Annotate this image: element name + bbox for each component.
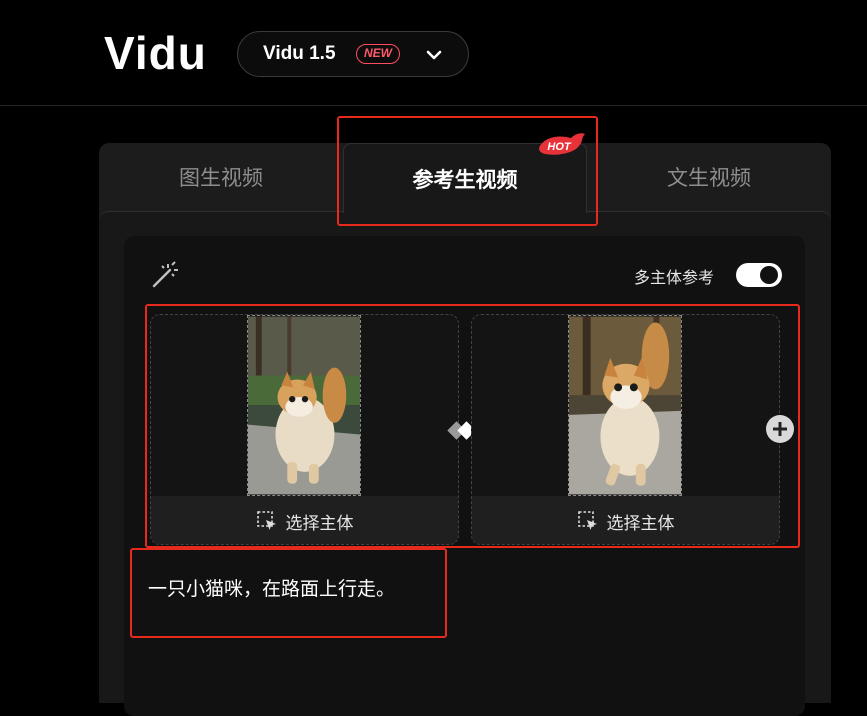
version-label: Vidu 1.5 [263, 43, 336, 64]
tab-text-to-video[interactable]: 文生视频 [587, 143, 831, 211]
model-version-selector[interactable]: Vidu 1.5 NEW [237, 31, 469, 77]
top-header: Vidu Vidu 1.5 NEW [0, 0, 867, 106]
multi-subject-label: 多主体参考 [634, 270, 715, 287]
highlight-box-subjects [145, 304, 800, 548]
toggle-knob [760, 266, 778, 284]
highlight-box-prompt [130, 548, 447, 638]
new-badge: NEW [356, 44, 400, 64]
magic-wand-icon[interactable] [148, 260, 180, 290]
chevron-down-icon [426, 50, 442, 60]
multi-subject-toggle[interactable] [736, 263, 782, 287]
vidu-logo[interactable]: Vidu [104, 26, 207, 80]
highlight-box-tab [337, 116, 598, 226]
tab-image-to-video[interactable]: 图生视频 [99, 143, 343, 211]
